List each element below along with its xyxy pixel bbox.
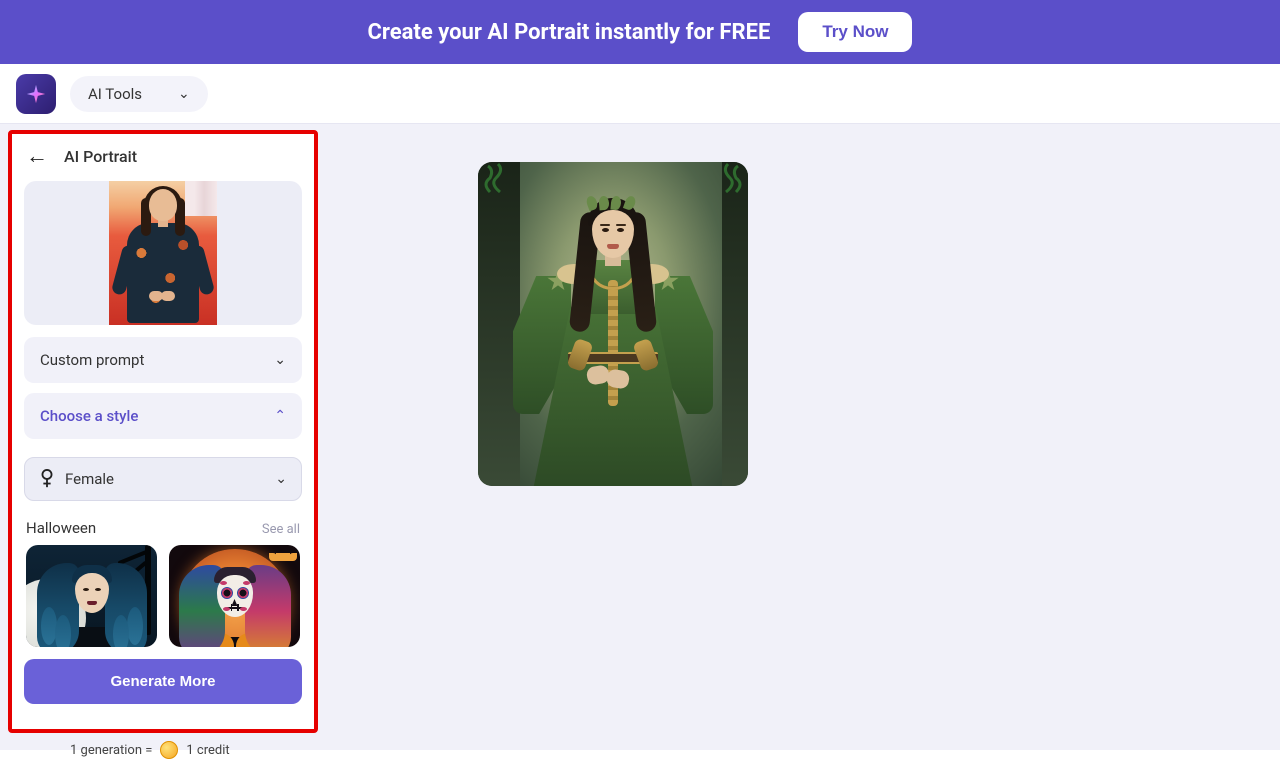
female-icon [39,469,55,489]
gender-selected-label: Female [65,470,265,488]
style-tile-halloween-gothic[interactable] [26,545,157,647]
choose-style-label: Choose a style [40,407,138,425]
credit-coin-icon [160,741,178,759]
custom-prompt-label: Custom prompt [40,351,144,369]
input-image-card[interactable] [24,181,302,325]
credit-prefix: 1 generation = [70,743,152,758]
try-now-button[interactable]: Try Now [798,12,912,52]
main-area: ← AI Portrait Custom pr [0,124,1280,750]
ai-tools-dropdown[interactable]: AI Tools ⌄ [70,76,208,112]
ai-tools-label: AI Tools [88,85,142,103]
chevron-down-icon: ⌄ [275,471,287,487]
sparkle-icon [25,83,47,105]
chevron-up-icon: ⌃ [274,408,286,424]
gender-select[interactable]: Female ⌄ [24,457,302,501]
control-panel: ← AI Portrait Custom pr [8,130,318,733]
input-image [109,181,217,325]
navbar: AI Tools ⌄ [0,64,1280,124]
style-preview [26,545,157,647]
page-title: AI Portrait [64,147,137,166]
choose-style-section[interactable]: Choose a style ⌃ [24,393,302,439]
credit-info: 1 generation = 1 credit [70,741,318,759]
back-button[interactable]: ← [26,143,48,169]
generate-more-button[interactable]: Generate More [24,659,302,704]
chevron-down-icon: ⌄ [274,352,286,368]
see-all-link[interactable]: See all [262,522,300,537]
ornament-icon [478,162,512,210]
style-category-title: Halloween [26,519,96,537]
promo-banner: Create your AI Portrait instantly for FR… [0,0,1280,64]
chevron-down-icon: ⌄ [178,86,190,102]
ornament-icon [714,162,748,210]
generated-portrait[interactable] [478,162,748,486]
style-tile-halloween-sugarskull[interactable] [169,545,300,647]
credit-suffix: 1 credit [186,743,229,758]
custom-prompt-section[interactable]: Custom prompt ⌄ [24,337,302,383]
result-canvas [318,124,1280,750]
promo-banner-text: Create your AI Portrait instantly for FR… [368,20,771,45]
app-logo[interactable] [16,74,56,114]
style-preview [169,545,300,647]
